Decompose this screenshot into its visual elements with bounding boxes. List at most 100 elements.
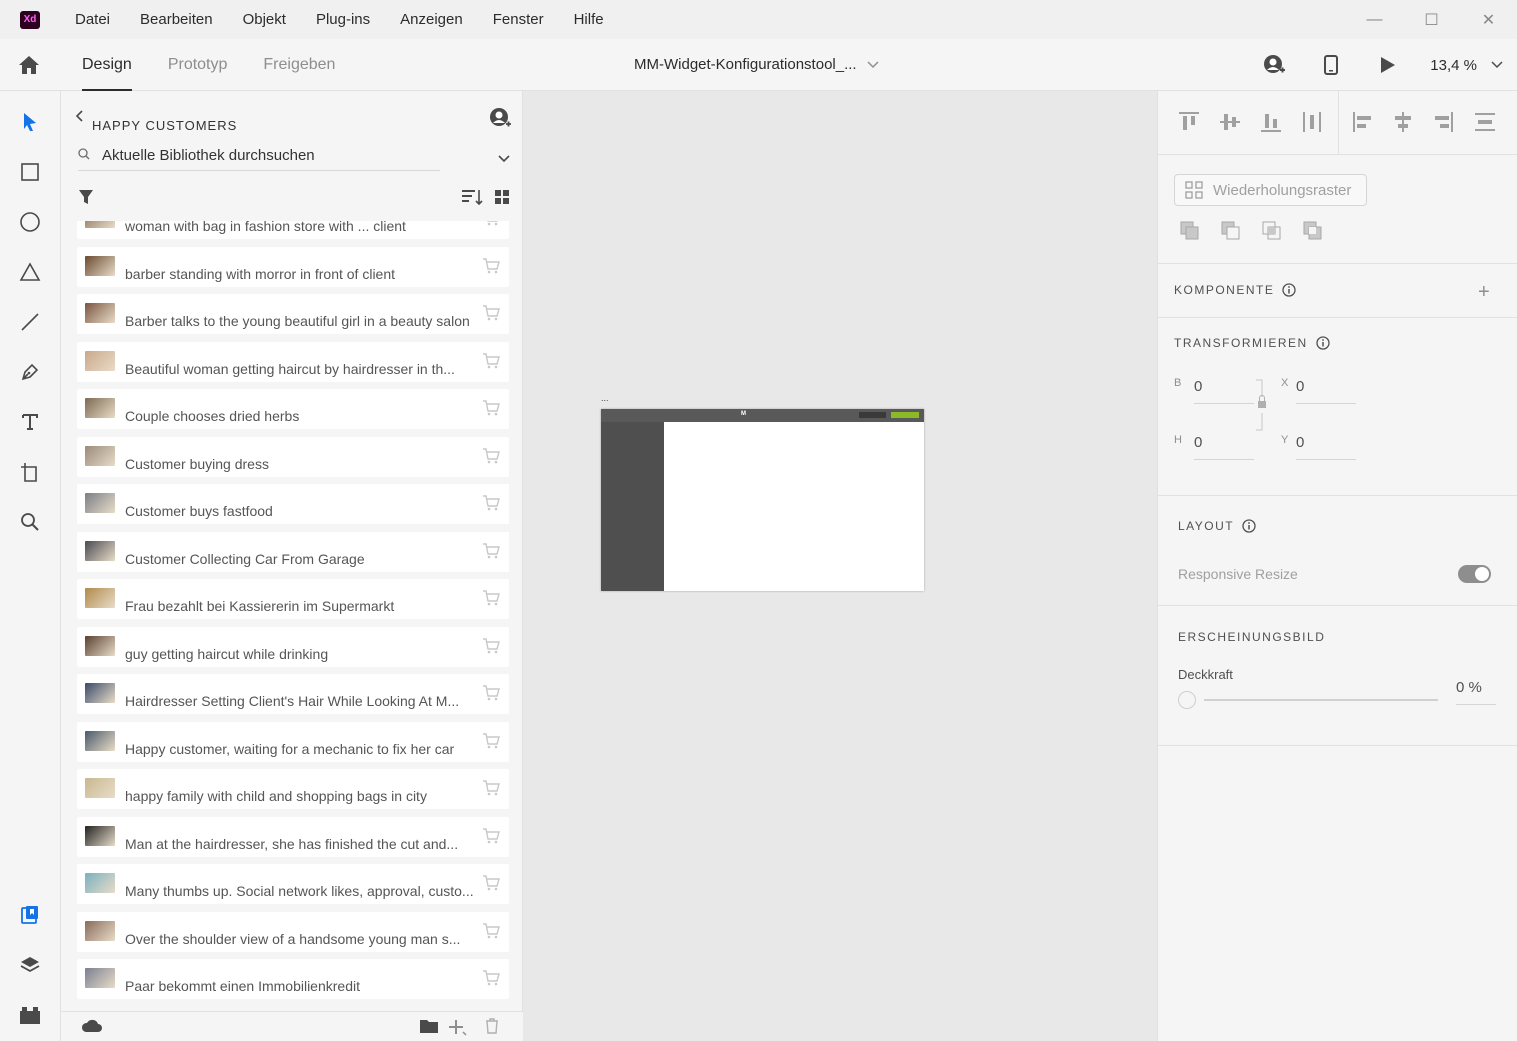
zoom-chevron-down-icon[interactable] — [1491, 57, 1503, 72]
distribute-horizontal-icon[interactable] — [1474, 111, 1496, 136]
menu-datei[interactable]: Datei — [75, 11, 110, 28]
library-asset-item[interactable]: guy getting haircut while drinking — [77, 626, 509, 667]
align-bottom-icon[interactable] — [1260, 111, 1282, 136]
device-preview-icon[interactable] — [1316, 50, 1346, 80]
library-asset-item[interactable]: Barber talks to the young beautiful girl… — [77, 294, 509, 334]
artboard-label[interactable]: ... — [601, 393, 609, 403]
share-library-icon[interactable] — [489, 107, 511, 132]
pen-tool-icon[interactable] — [16, 358, 44, 386]
text-tool-icon[interactable] — [16, 408, 44, 436]
align-center-icon[interactable] — [1392, 111, 1414, 136]
cart-icon[interactable] — [482, 352, 500, 373]
info-icon[interactable] — [1282, 283, 1296, 297]
align-right-icon[interactable] — [1432, 111, 1454, 136]
libraries-panel-icon[interactable] — [16, 901, 44, 929]
layers-panel-icon[interactable] — [16, 951, 44, 979]
add-asset-icon[interactable] — [447, 1018, 467, 1039]
cart-icon[interactable] — [482, 304, 500, 325]
select-tool-icon[interactable] — [16, 108, 44, 136]
sort-icon[interactable] — [461, 188, 483, 209]
library-dropdown-chevron-icon[interactable] — [498, 151, 510, 166]
library-asset-item[interactable]: Customer buying dress — [77, 436, 509, 477]
tab-freigeben[interactable]: Freigeben — [263, 39, 335, 91]
responsive-resize-toggle[interactable] — [1458, 565, 1491, 583]
exclude-boolean-icon[interactable] — [1303, 221, 1323, 241]
zoom-level[interactable]: 13,4 % — [1430, 57, 1477, 74]
artboard[interactable]: M — [601, 409, 924, 591]
play-preview-icon[interactable] — [1373, 50, 1403, 80]
align-middle-icon[interactable] — [1219, 111, 1241, 136]
cart-icon[interactable] — [482, 684, 500, 705]
opacity-value-field[interactable]: 0 % — [1456, 679, 1496, 705]
cart-icon[interactable] — [482, 399, 500, 420]
cart-icon[interactable] — [482, 589, 500, 610]
back-chevron-icon[interactable] — [75, 109, 83, 127]
library-asset-item[interactable]: Customer Collecting Car From Garage — [77, 531, 509, 572]
menu-plugins[interactable]: Plug-ins — [316, 11, 370, 28]
info-icon[interactable] — [1316, 336, 1330, 350]
cart-icon[interactable] — [482, 447, 500, 468]
folder-icon[interactable] — [419, 1018, 439, 1037]
cart-icon[interactable] — [482, 494, 500, 515]
lock-aspect-icon[interactable] — [1256, 379, 1268, 434]
library-asset-item[interactable]: woman with bag in fashion store with ...… — [77, 221, 509, 239]
repeat-grid-button[interactable]: Wiederholungsraster — [1174, 174, 1367, 206]
maximize-button[interactable]: ☐ — [1403, 0, 1460, 39]
library-asset-item[interactable]: Hairdresser Setting Client's Hair While … — [77, 674, 509, 714]
height-field[interactable]: 0 — [1194, 434, 1254, 460]
opacity-slider-knob[interactable] — [1178, 691, 1196, 709]
rectangle-tool-icon[interactable] — [16, 158, 44, 186]
close-button[interactable]: ✕ — [1460, 0, 1517, 39]
document-title[interactable]: MM-Widget-Konfigurationstool_... — [634, 39, 879, 91]
line-tool-icon[interactable] — [16, 308, 44, 336]
add-component-plus-icon[interactable]: + — [1478, 281, 1490, 304]
tab-design[interactable]: Design — [82, 39, 132, 91]
library-asset-item[interactable]: Many thumbs up. Social network likes, ap… — [77, 864, 509, 904]
cart-icon[interactable] — [482, 969, 500, 990]
cart-icon[interactable] — [482, 732, 500, 753]
x-field[interactable]: 0 — [1296, 378, 1356, 404]
cart-icon[interactable] — [482, 874, 500, 895]
opacity-slider-track[interactable] — [1204, 699, 1438, 701]
align-left-icon[interactable] — [1352, 111, 1374, 136]
trash-icon[interactable] — [485, 1018, 499, 1037]
library-asset-item[interactable]: Frau bezahlt bei Kassiererin im Supermar… — [77, 579, 509, 619]
menu-hilfe[interactable]: Hilfe — [574, 11, 604, 28]
cart-icon[interactable] — [482, 922, 500, 943]
menu-anzeigen[interactable]: Anzeigen — [400, 11, 463, 28]
distribute-vertical-icon[interactable] — [1301, 111, 1323, 136]
library-asset-item[interactable]: barber standing with morror in front of … — [77, 246, 509, 287]
cart-icon[interactable] — [482, 542, 500, 563]
filter-icon[interactable] — [78, 189, 94, 208]
cart-icon[interactable] — [482, 221, 500, 230]
cart-icon[interactable] — [482, 827, 500, 848]
library-search-input[interactable] — [102, 147, 422, 164]
menu-objekt[interactable]: Objekt — [243, 11, 286, 28]
zoom-tool-icon[interactable] — [16, 508, 44, 536]
library-asset-item[interactable]: Paar bekommt einen Immobilienkredit — [77, 959, 509, 999]
grid-view-icon[interactable] — [494, 189, 510, 208]
width-field[interactable]: 0 — [1194, 378, 1254, 404]
library-asset-item[interactable]: Couple chooses dried herbs — [77, 389, 509, 429]
subtract-boolean-icon[interactable] — [1221, 221, 1241, 241]
tab-prototyp[interactable]: Prototyp — [168, 39, 228, 91]
library-asset-item[interactable]: Beautiful woman getting haircut by haird… — [77, 341, 509, 382]
menu-fenster[interactable]: Fenster — [493, 11, 544, 28]
plugins-panel-icon[interactable] — [16, 1001, 44, 1029]
library-asset-item[interactable]: Man at the hairdresser, she has finished… — [77, 816, 509, 857]
cart-icon[interactable] — [482, 637, 500, 658]
add-boolean-icon[interactable] — [1180, 221, 1200, 241]
library-asset-item[interactable]: Over the shoulder view of a handsome you… — [77, 911, 509, 952]
ellipse-tool-icon[interactable] — [16, 208, 44, 236]
library-asset-item[interactable]: Customer buys fastfood — [77, 484, 509, 524]
menu-bearbeiten[interactable]: Bearbeiten — [140, 11, 213, 28]
align-top-icon[interactable] — [1178, 111, 1200, 136]
minimize-button[interactable]: — — [1346, 0, 1403, 39]
intersect-boolean-icon[interactable] — [1262, 221, 1282, 241]
y-field[interactable]: 0 — [1296, 434, 1356, 460]
cart-icon[interactable] — [482, 779, 500, 800]
polygon-tool-icon[interactable] — [16, 258, 44, 286]
share-user-icon[interactable] — [1259, 50, 1289, 80]
info-icon[interactable] — [1242, 519, 1256, 533]
cloud-icon[interactable] — [81, 1018, 103, 1037]
